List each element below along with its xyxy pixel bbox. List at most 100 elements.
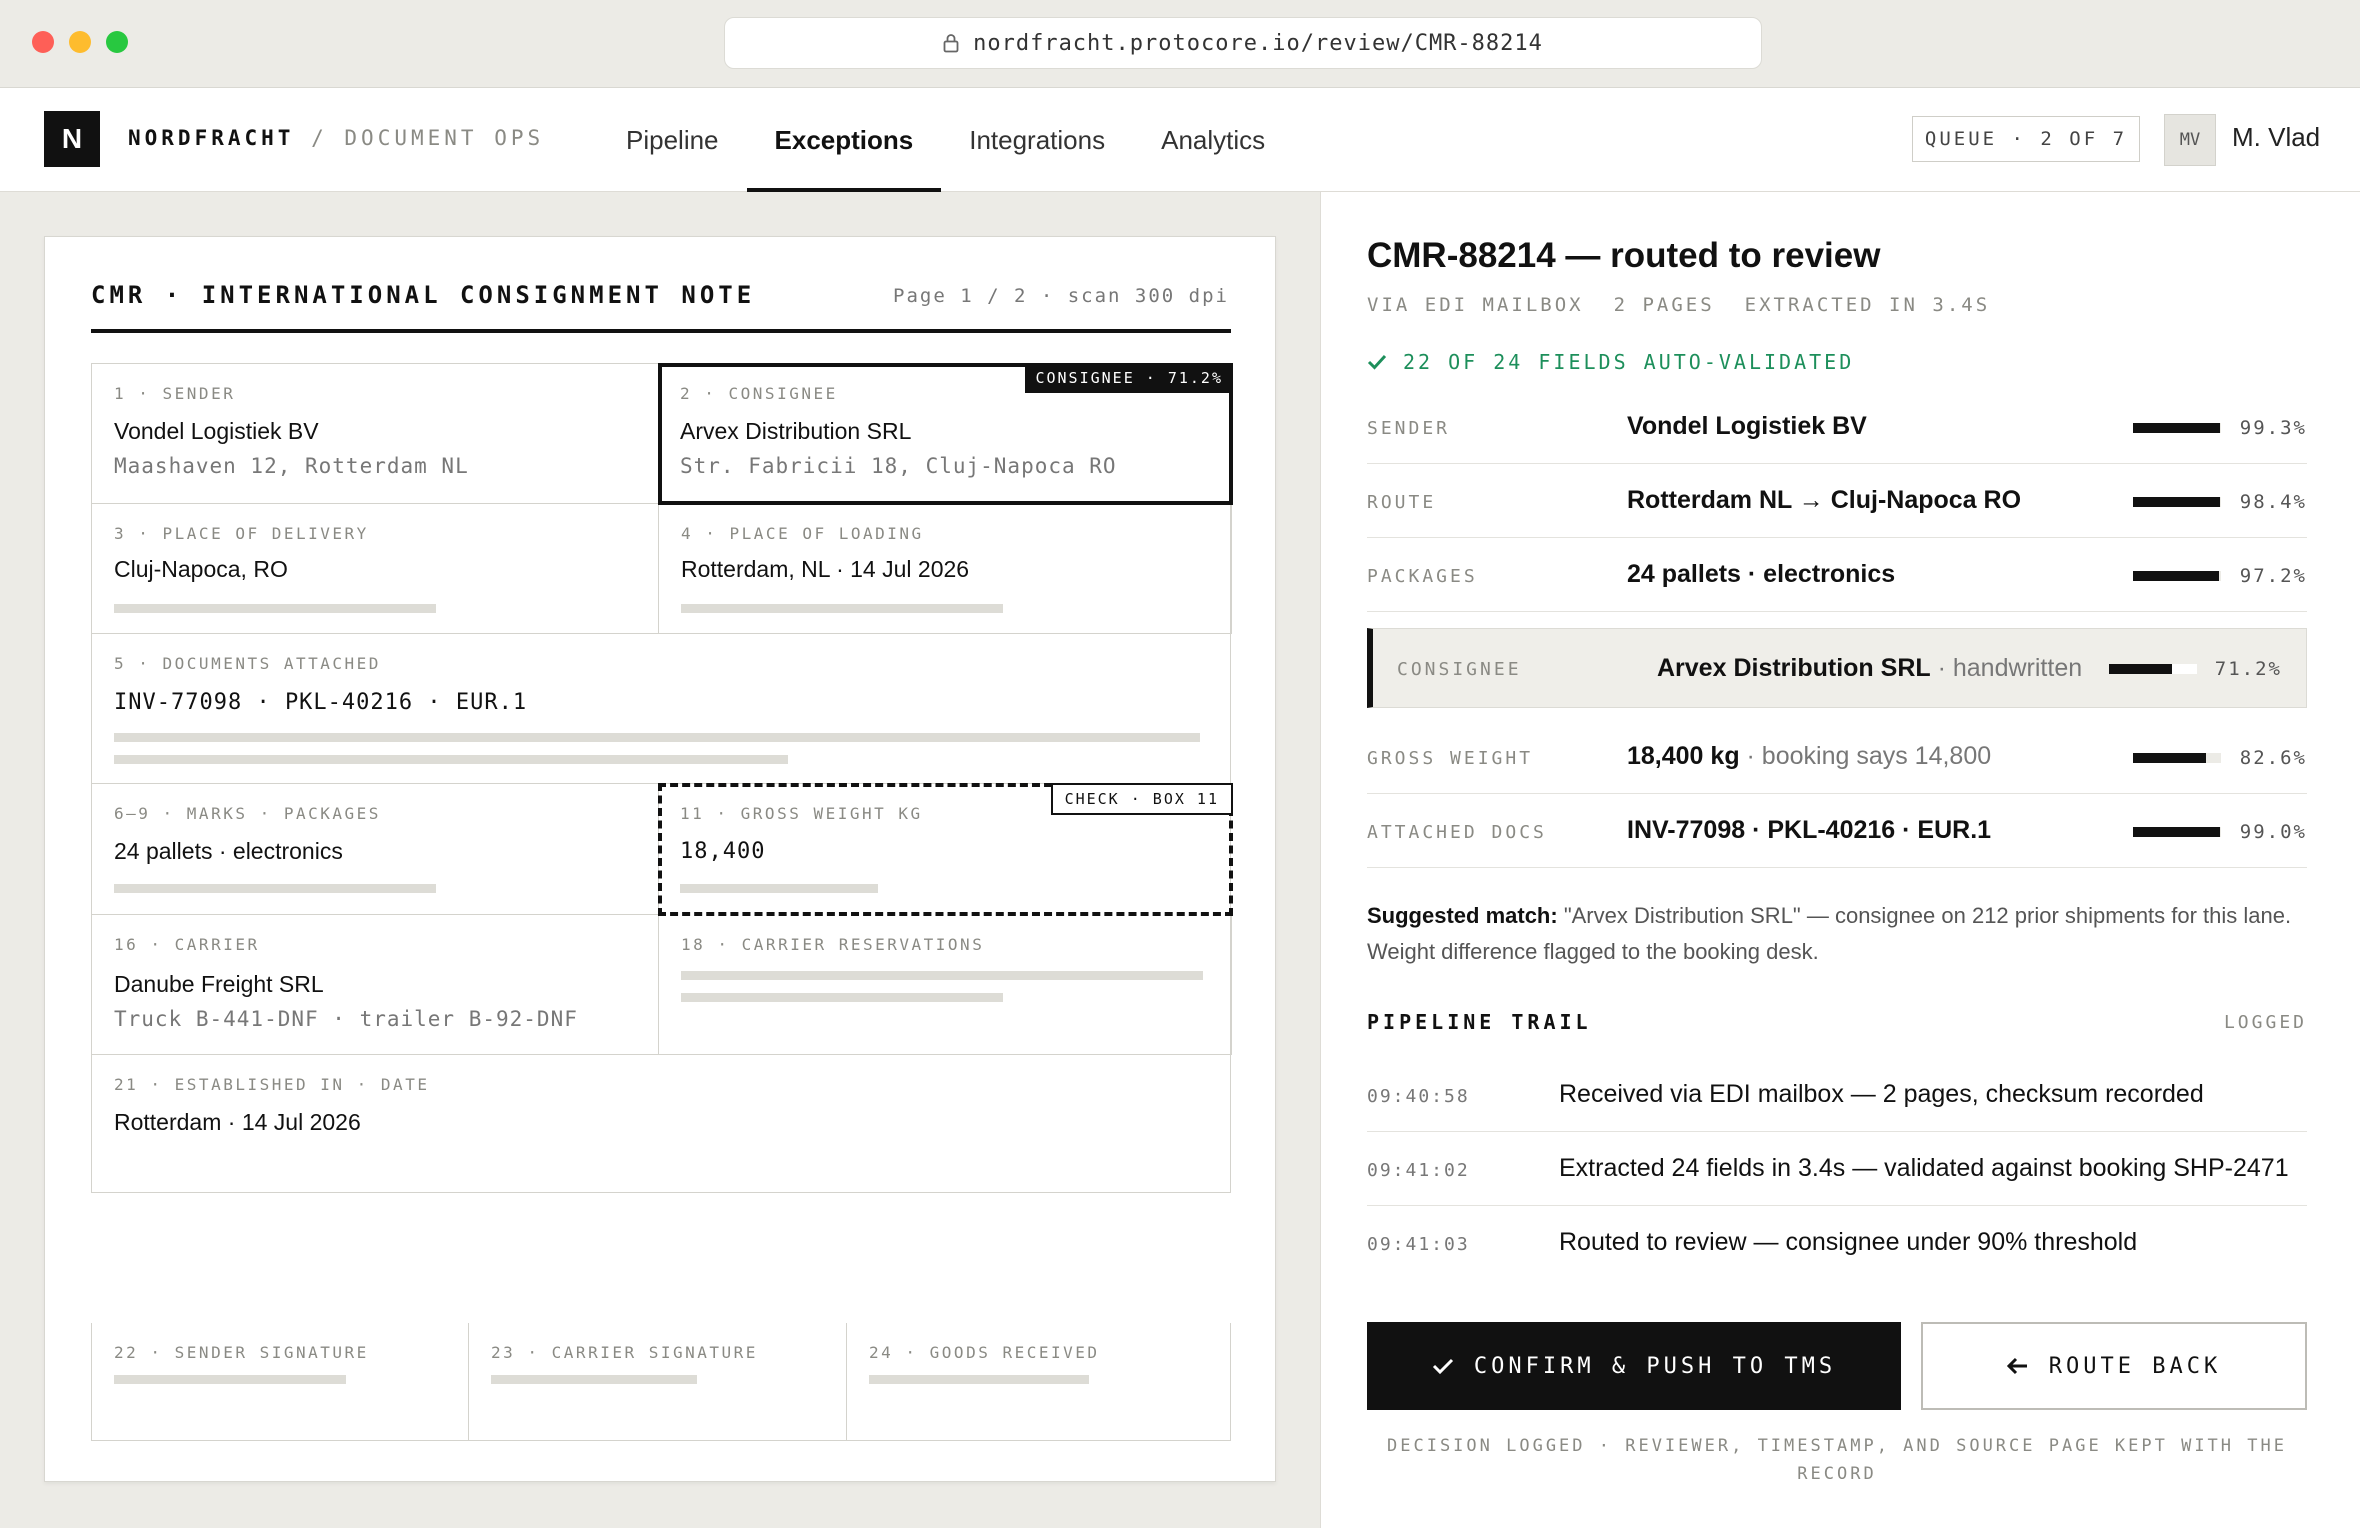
confirm-push-button[interactable]: CONFIRM & PUSH TO TMS [1367, 1322, 1901, 1410]
field-label: GROSS WEIGHT [1367, 748, 1534, 769]
check-box-tag: CHECK · BOX 11 [1050, 783, 1233, 815]
box-label: 2 · CONSIGNEE [680, 384, 838, 403]
field-value: 18,400 kg · booking says 14,800 [1627, 742, 1992, 770]
sender-name: Vondel Logistiek BV [114, 418, 319, 444]
text-placeholder-bar [114, 604, 436, 613]
route-back-button[interactable]: ROUTE BACK [1921, 1322, 2307, 1410]
box-established[interactable]: 21 · ESTABLISHED IN · DATE Rotterdam · 1… [92, 1055, 1232, 1194]
box-goods-received[interactable]: 24 · GOODS RECEIVED [847, 1323, 1231, 1441]
box-place-of-delivery[interactable]: 3 · PLACE OF DELIVERY Cluj-Napoca, RO [92, 504, 659, 634]
main-nav: Pipeline Exceptions Integrations Analyti… [598, 88, 1293, 192]
nav-pipeline[interactable]: Pipeline [598, 88, 747, 192]
confidence-value: 99.3% [2239, 417, 2307, 439]
box-label: 4 · PLACE OF LOADING [681, 524, 924, 543]
trail-text: Extracted 24 fields in 3.4s — validated … [1559, 1154, 2289, 1182]
confidence-bar [2109, 664, 2197, 674]
field-row-gross-weight[interactable]: GROSS WEIGHT 18,400 kg · booking says 14… [1367, 720, 2307, 794]
box-sender[interactable]: 1 · SENDER Vondel Logistiek BV Maashaven… [92, 364, 659, 504]
field-row-sender[interactable]: SENDER Vondel Logistiek BV 99.3% [1367, 390, 2307, 464]
confidence-bar [2133, 423, 2221, 433]
maximize-window-button[interactable] [106, 31, 128, 53]
consignee-confidence-tag: CONSIGNEE · 71.2% [1025, 363, 1233, 393]
box-consignee[interactable]: CONSIGNEE · 71.2% 2 · CONSIGNEE Arvex Di… [658, 363, 1233, 505]
trail-text: Routed to review — consignee under 90% t… [1559, 1228, 2138, 1256]
trail-time: 09:40:58 [1367, 1086, 1470, 1107]
minimize-window-button[interactable] [69, 31, 91, 53]
box-label: 3 · PLACE OF DELIVERY [114, 524, 369, 543]
text-placeholder-bar [681, 993, 1003, 1002]
arrow-left-icon [2006, 1357, 2027, 1375]
close-window-button[interactable] [32, 31, 54, 53]
meta-source: VIA EDI MAILBOX [1367, 294, 1584, 316]
queue-indicator[interactable]: QUEUE · 2 OF 7 [1912, 116, 2140, 162]
box-label: 5 · DOCUMENTS ATTACHED [114, 654, 381, 673]
field-value: 24 pallets · electronics [1627, 560, 1896, 588]
box-documents-attached[interactable]: 5 · DOCUMENTS ATTACHED INV-77098 · PKL-4… [92, 634, 1232, 784]
trail-row: 09:41:02 Extracted 24 fields in 3.4s — v… [1367, 1132, 2307, 1206]
decision-footnote: DECISION LOGGED · REVIEWER, TIMESTAMP, A… [1387, 1436, 2287, 1484]
field-value: Vondel Logistiek BV [1627, 412, 1867, 440]
field-row-route[interactable]: ROUTE Rotterdam NL → Cluj-Napoca RO 98.4… [1367, 464, 2307, 538]
box-label: 1 · SENDER [114, 384, 236, 403]
established-value: Rotterdam · 14 Jul 2026 [114, 1109, 361, 1135]
title-rule [91, 329, 1231, 333]
box-carrier-reservations[interactable]: 18 · CARRIER RESERVATIONS [659, 915, 1232, 1055]
extracted-fields: SENDER Vondel Logistiek BV 99.3% ROUTE R… [1367, 390, 2307, 868]
trail-text: Received via EDI mailbox — 2 pages, chec… [1559, 1080, 2204, 1108]
trail-time: 09:41:02 [1367, 1160, 1470, 1181]
consignee-name: Arvex Distribution SRL [680, 418, 912, 444]
box-place-of-loading[interactable]: 4 · PLACE OF LOADING Rotterdam, NL · 14 … [659, 504, 1232, 634]
document-title: CMR · INTERNATIONAL CONSIGNMENT NOTE [91, 281, 756, 309]
pipeline-trail-title: PIPELINE TRAIL [1367, 1010, 1592, 1034]
box-label: 18 · CARRIER RESERVATIONS [681, 935, 985, 954]
review-title: CMR-88214 — routed to review [1367, 236, 1881, 275]
delivery-value: Cluj-Napoca, RO [114, 556, 288, 582]
field-value: INV-77098 · PKL-40216 · EUR.1 [1627, 816, 1992, 844]
field-row-attached-docs[interactable]: ATTACHED DOCS INV-77098 · PKL-40216 · EU… [1367, 794, 2307, 868]
box-marks-packages[interactable]: 6–9 · MARKS · PACKAGES 24 pallets · elec… [92, 784, 659, 915]
url-text: nordfracht.protocore.io/review/CMR-88214 [973, 30, 1543, 56]
documents-value: INV-77098 · PKL-40216 · EUR.1 [114, 690, 528, 715]
brand-separator: / [311, 126, 328, 150]
document-meta: Page 1 / 2 · scan 300 dpi [893, 285, 1229, 307]
nav-integrations[interactable]: Integrations [941, 88, 1133, 192]
field-row-consignee[interactable]: CONSIGNEE Arvex Distribution SRL · handw… [1367, 628, 2307, 708]
window-controls [32, 31, 128, 53]
pipeline-trail-logged: LOGGED [2223, 1012, 2307, 1033]
box-label: 11 · GROSS WEIGHT KG [680, 804, 923, 823]
avatar[interactable]: MV [2164, 114, 2216, 166]
meta-pages: 2 PAGES [1613, 294, 1715, 316]
loading-value: Rotterdam, NL · 14 Jul 2026 [681, 556, 970, 582]
confidence-bar [2133, 827, 2221, 837]
meta-extraction-time: EXTRACTED IN 3.4S [1744, 294, 1991, 316]
text-placeholder-bar [869, 1375, 1089, 1384]
packages-value: 24 pallets · electronics [114, 838, 343, 864]
suggested-match-label: Suggested match: [1367, 903, 1558, 928]
check-icon [1432, 1358, 1453, 1375]
confidence-value: 97.2% [2239, 565, 2307, 587]
confidence-value: 71.2% [2214, 658, 2282, 680]
box-carrier-signature[interactable]: 23 · CARRIER SIGNATURE [469, 1323, 847, 1441]
app-logo[interactable]: N [44, 111, 100, 167]
trail-row: 09:40:58 Received via EDI mailbox — 2 pa… [1367, 1058, 2307, 1132]
box-label: 23 · CARRIER SIGNATURE [491, 1343, 758, 1362]
suggested-match: Suggested match: "Arvex Distribution SRL… [1367, 898, 2307, 970]
field-row-packages[interactable]: PACKAGES 24 pallets · electronics 97.2% [1367, 538, 2307, 612]
address-bar[interactable]: nordfracht.protocore.io/review/CMR-88214 [724, 17, 1762, 69]
carrier-name: Danube Freight SRL [114, 971, 324, 997]
user-name[interactable]: M. Vlad [2232, 122, 2320, 153]
field-label: ATTACHED DOCS [1367, 822, 1547, 843]
box-gross-weight[interactable]: CHECK · BOX 11 11 · GROSS WEIGHT KG 18,4… [658, 783, 1233, 916]
cmr-form-grid: 1 · SENDER Vondel Logistiek BV Maashaven… [91, 363, 1233, 1194]
box-sender-signature[interactable]: 22 · SENDER SIGNATURE [91, 1323, 469, 1441]
nav-exceptions[interactable]: Exceptions [746, 88, 942, 192]
field-value: Arvex Distribution SRL · handwritten [1657, 654, 2083, 682]
nav-analytics[interactable]: Analytics [1133, 88, 1293, 192]
confirm-push-label: CONFIRM & PUSH TO TMS [1473, 1353, 1837, 1379]
box-label: 21 · ESTABLISHED IN · DATE [114, 1075, 430, 1094]
box-carrier[interactable]: 16 · CARRIER Danube Freight SRL Truck B-… [92, 915, 659, 1055]
sender-address: Maashaven 12, Rotterdam NL [114, 454, 469, 478]
consignee-address: Str. Fabricii 18, Cluj-Napoca RO [680, 454, 1117, 478]
route-back-label: ROUTE BACK [2048, 1353, 2222, 1379]
pipeline-trail-header: PIPELINE TRAIL LOGGED [1367, 1010, 2307, 1034]
